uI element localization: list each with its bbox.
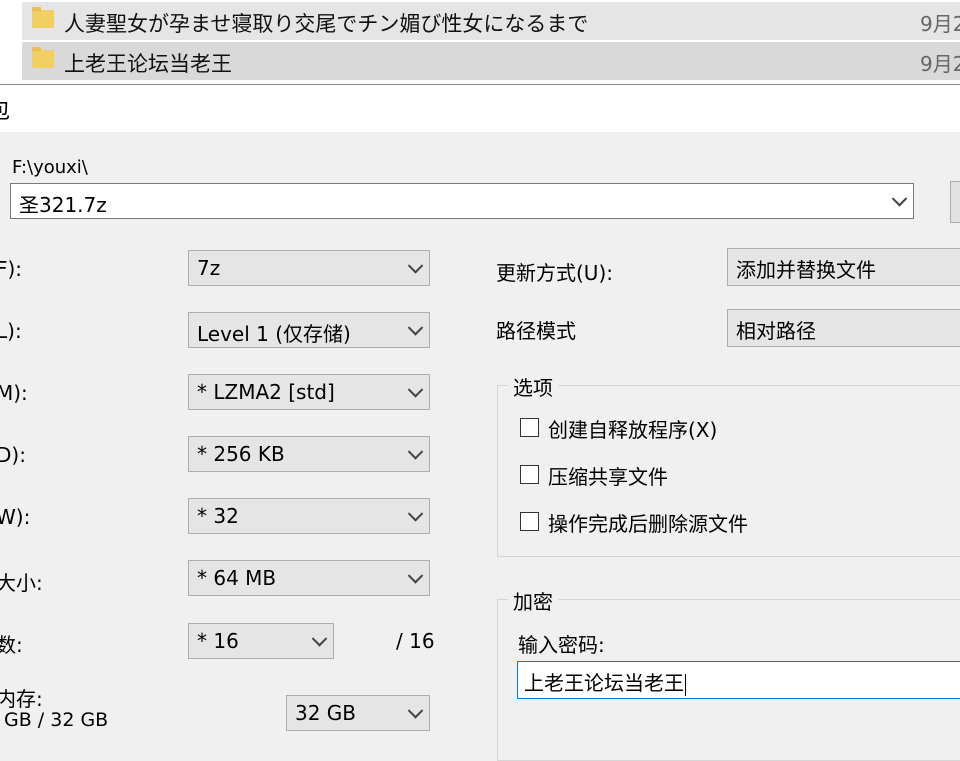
chevron-down-icon — [407, 382, 424, 398]
cpu-threads-select[interactable]: * 16 — [188, 623, 334, 659]
chevron-down-icon — [407, 258, 424, 274]
word-size-select[interactable]: * 32 — [188, 498, 430, 534]
chevron-down-icon[interactable] — [891, 191, 908, 207]
checkbox-box[interactable] — [520, 512, 539, 531]
path-mode-value: 相对路径 — [736, 319, 816, 343]
file-date: 9月2 — [920, 52, 960, 76]
explorer-file-list: 人妻聖女が孕ませ寝取り交尾でチン媚び性女になるまで 9月2 上老王论坛当老王 9… — [0, 0, 960, 84]
update-mode-label: 更新方式(U): — [496, 261, 613, 285]
compression-method-label: M): — [0, 381, 28, 405]
dictionary-size-value: * 256 KB — [197, 442, 285, 466]
dictionary-size-select[interactable]: * 256 KB — [188, 436, 430, 472]
compression-level-label: L): — [0, 319, 22, 343]
encryption-group-title: 加密 — [508, 586, 558, 615]
update-mode-select[interactable]: 添加并替换文件 — [727, 248, 960, 286]
compress-shared-label: 压缩共享文件 — [548, 465, 668, 489]
memory-usage-label: 内存: — [0, 687, 43, 711]
archive-format-value: 7z — [197, 256, 221, 280]
options-group-title: 选项 — [508, 372, 558, 401]
archive-format-label: F): — [0, 257, 23, 281]
compression-level-value: Level 1 (仅存储) — [197, 322, 351, 346]
chevron-down-icon — [407, 703, 424, 719]
password-value: 上老王论坛当老王 — [524, 671, 684, 695]
chevron-down-icon — [407, 444, 424, 460]
memory-usage-text: GB / 32 GB — [4, 709, 109, 731]
solid-block-size-value: * 64 MB — [197, 566, 277, 590]
add-to-archive-dialog: 包 F:\youxi\ 圣321.7z F): 7z L): Level 1 (… — [0, 84, 960, 761]
chevron-down-icon — [311, 631, 328, 647]
file-name: 上老王论坛当老王 — [64, 52, 232, 76]
compression-level-select[interactable]: Level 1 (仅存储) — [188, 312, 430, 348]
text-caret — [685, 673, 686, 696]
cpu-threads-value: * 16 — [197, 629, 239, 653]
path-mode-select[interactable]: 相对路径 — [727, 309, 960, 347]
word-size-value: * 32 — [197, 504, 239, 528]
file-name: 人妻聖女が孕ませ寝取り交尾でチン媚び性女になるまで — [64, 12, 589, 36]
compression-method-select[interactable]: * LZMA2 [std] — [188, 374, 430, 410]
checkbox-box[interactable] — [520, 465, 539, 484]
cpu-threads-max: / 16 — [396, 629, 435, 653]
file-date: 9月2 — [920, 12, 960, 36]
memory-usage-value: 32 GB — [295, 701, 357, 725]
sfx-checkbox-label: 创建自释放程序(X) — [548, 418, 718, 442]
folder-icon — [32, 47, 54, 68]
file-row[interactable]: 上老王论坛当老王 9月2 — [22, 42, 960, 80]
browse-button[interactable] — [950, 181, 960, 223]
cpu-threads-label: 数: — [0, 633, 23, 657]
chevron-down-icon — [407, 320, 424, 336]
file-row[interactable]: 人妻聖女が孕ませ寝取り交尾でチン媚び性女になるまで 9月2 — [22, 2, 960, 40]
checkbox-box[interactable] — [520, 418, 539, 437]
dictionary-size-label: D): — [0, 443, 26, 467]
folder-icon — [32, 7, 54, 28]
delete-after-label: 操作完成后删除源文件 — [548, 512, 748, 536]
compression-method-value: * LZMA2 [std] — [197, 380, 335, 404]
options-group: 选项 创建自释放程序(X) 压缩共享文件 操作完成后删除源文件 — [497, 372, 960, 557]
memory-usage-select[interactable]: 32 GB — [286, 695, 430, 731]
chevron-down-icon — [407, 568, 424, 584]
update-mode-value: 添加并替换文件 — [736, 258, 876, 282]
archive-path-label: F:\youxi\ — [12, 157, 88, 178]
word-size-label: W): — [0, 505, 31, 529]
solid-block-size-select[interactable]: * 64 MB — [188, 560, 430, 596]
archive-format-select[interactable]: 7z — [188, 250, 430, 286]
chevron-down-icon — [407, 506, 424, 522]
archive-name-value: 圣321.7z — [19, 193, 107, 217]
dialog-title: 包 — [0, 93, 10, 125]
archive-name-combo[interactable]: 圣321.7z — [10, 183, 914, 219]
solid-block-size-label: 大小: — [0, 571, 43, 595]
path-mode-label: 路径模式 — [496, 319, 576, 343]
password-label: 输入密码: — [518, 633, 605, 657]
dialog-titlebar[interactable]: 包 — [0, 85, 960, 132]
password-input[interactable]: 上老王论坛当老王 — [517, 661, 960, 699]
